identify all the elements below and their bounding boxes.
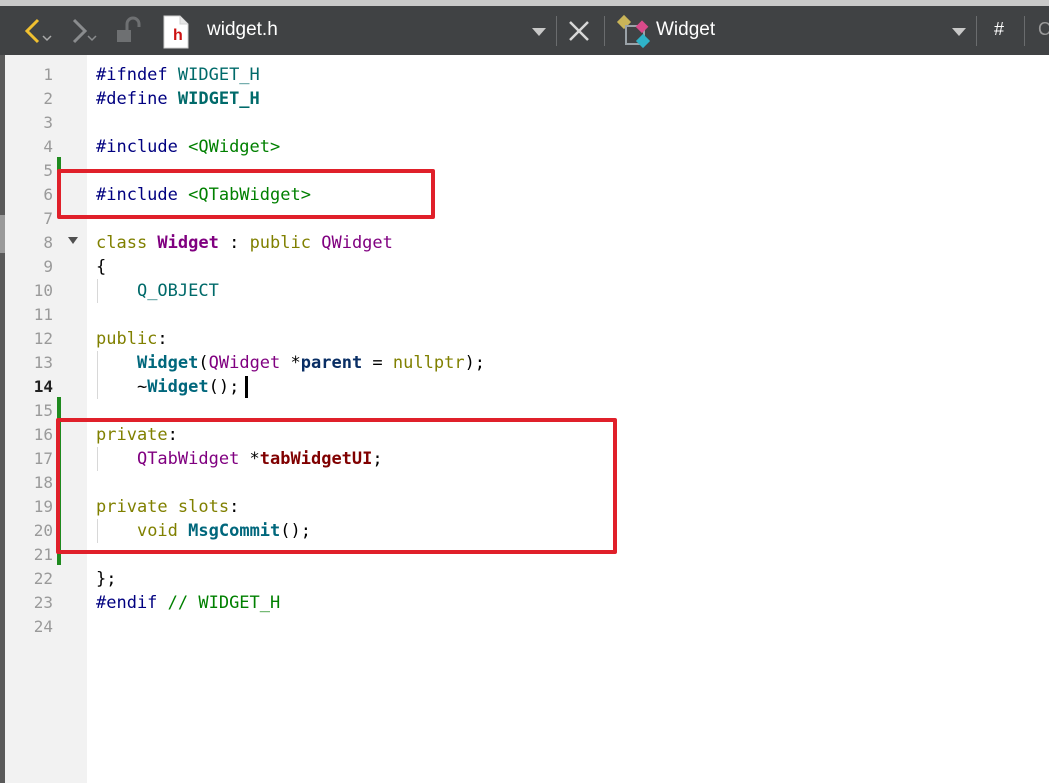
header-file-icon: h bbox=[160, 14, 192, 50]
symbol-dropdown-button[interactable] bbox=[948, 20, 970, 42]
symbol-name-label[interactable]: Widget bbox=[656, 19, 715, 41]
header-file-letter: h bbox=[173, 27, 183, 44]
code-line: Widget(QWidget *parent = nullptr); bbox=[136, 353, 486, 373]
line-number: 11 bbox=[33, 305, 53, 324]
file-name-label[interactable]: widget.h bbox=[207, 19, 278, 41]
line-number: 16 bbox=[33, 425, 53, 444]
class-icon bbox=[616, 14, 652, 50]
line-number: 17 bbox=[33, 449, 53, 468]
line-ending-hash-button[interactable]: # bbox=[994, 19, 1004, 40]
line-number: 10 bbox=[33, 281, 53, 300]
line-number: 6 bbox=[43, 185, 53, 204]
line-number: 4 bbox=[43, 137, 53, 156]
toolbar-separator bbox=[976, 16, 977, 46]
line-number: 21 bbox=[33, 545, 53, 564]
line-number: 24 bbox=[33, 617, 53, 636]
code-line: #ifndef WIDGET_H bbox=[96, 65, 260, 85]
code-line: class Widget : public QWidget bbox=[96, 233, 393, 253]
highlight-box-include bbox=[57, 169, 435, 219]
toolbar-separator bbox=[1024, 16, 1025, 46]
line-number: 7 bbox=[43, 209, 53, 228]
line-number: 15 bbox=[33, 401, 53, 420]
line-number: 18 bbox=[33, 473, 53, 492]
dropdown-icon bbox=[952, 28, 966, 36]
line-number: 13 bbox=[33, 353, 53, 372]
unlock-icon bbox=[117, 16, 141, 42]
editor-toolbar: h widget.h Widget # C bbox=[0, 6, 1049, 55]
lock-button[interactable] bbox=[112, 14, 144, 48]
forward-button[interactable] bbox=[66, 14, 100, 48]
line-number: 20 bbox=[33, 521, 53, 540]
toolbar-separator bbox=[604, 16, 605, 46]
code-line: public: bbox=[96, 329, 168, 349]
code-line: #define WIDGET_H bbox=[96, 89, 260, 109]
forward-arrow-icon bbox=[72, 18, 97, 44]
line-number: 12 bbox=[33, 329, 53, 348]
line-number: 19 bbox=[33, 497, 53, 516]
current-line-number: 14 bbox=[33, 377, 53, 396]
close-document-button[interactable] bbox=[566, 18, 592, 44]
text-cursor bbox=[245, 376, 248, 398]
line-number: 5 bbox=[43, 161, 53, 180]
line-number: 8 bbox=[43, 233, 53, 252]
dropdown-icon bbox=[532, 28, 546, 36]
line-number: 3 bbox=[43, 113, 53, 132]
back-button[interactable] bbox=[18, 14, 52, 48]
line-number: 23 bbox=[33, 593, 53, 612]
line-number: 2 bbox=[43, 89, 53, 108]
toolbar-trailing-label[interactable]: C bbox=[1038, 19, 1049, 40]
line-number: 1 bbox=[43, 65, 53, 84]
back-arrow-icon bbox=[24, 18, 52, 44]
fold-arrow-icon[interactable] bbox=[68, 237, 78, 244]
code-line: }; bbox=[96, 569, 117, 589]
code-line: { bbox=[96, 257, 107, 277]
line-number: 9 bbox=[43, 257, 53, 276]
code-line: #endif // WIDGET_H bbox=[96, 593, 281, 613]
code-line: #include <QWidget> bbox=[96, 137, 281, 157]
close-icon bbox=[569, 21, 589, 41]
toolbar-separator bbox=[556, 16, 557, 46]
file-dropdown-button[interactable] bbox=[528, 20, 550, 42]
line-number: 22 bbox=[33, 569, 53, 588]
code-line: ~Widget(); bbox=[96, 377, 240, 397]
code-line: Q_OBJECT bbox=[136, 281, 219, 301]
highlight-box-private-section bbox=[56, 418, 617, 554]
